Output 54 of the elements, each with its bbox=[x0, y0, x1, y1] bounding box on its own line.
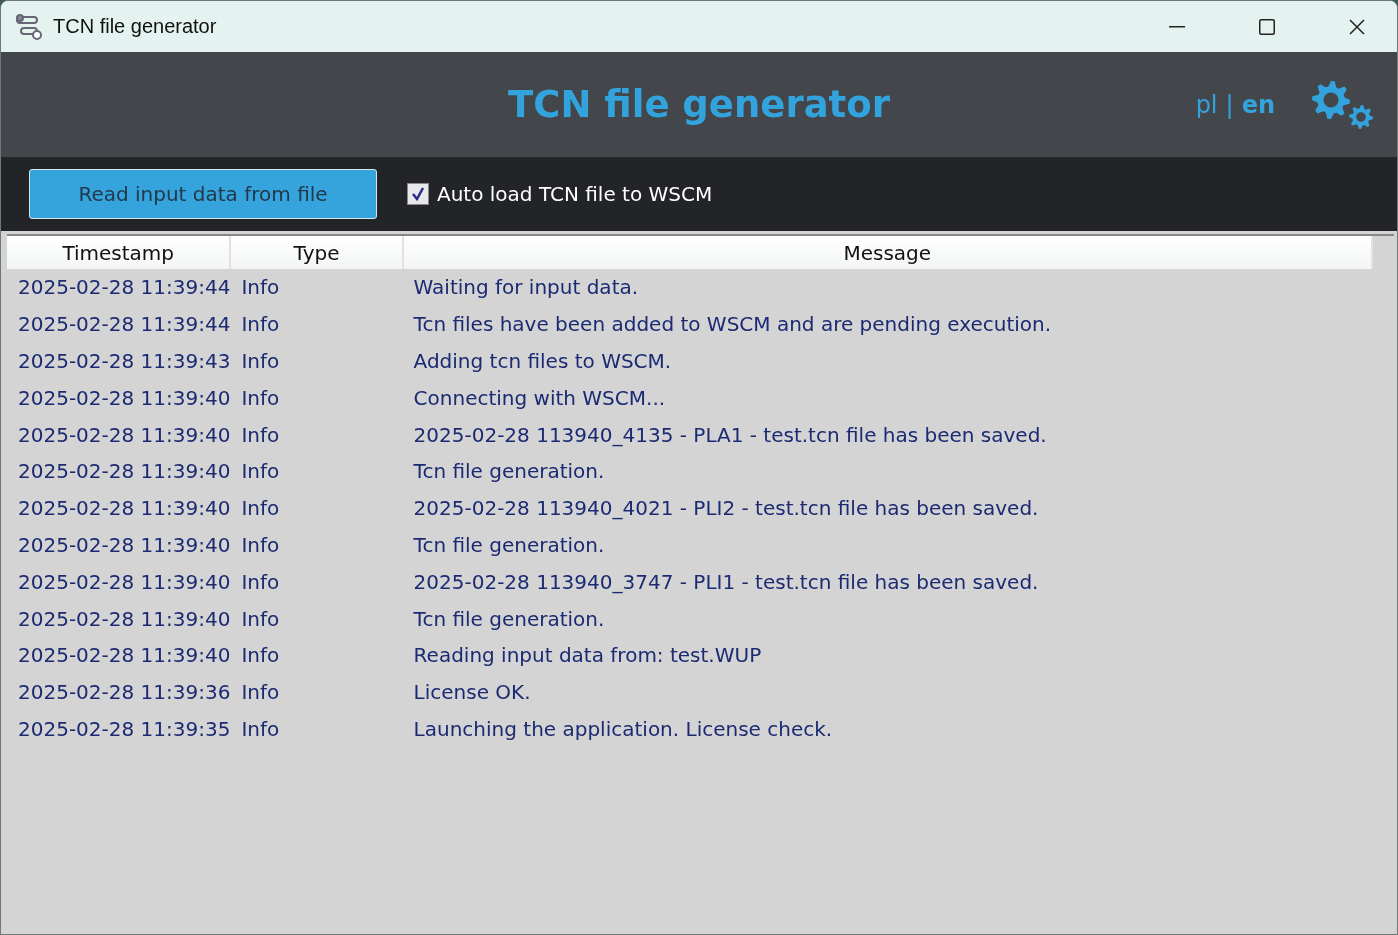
table-cell: Info bbox=[230, 636, 403, 674]
table-cell-text: 2025-02-28 11:39:40 bbox=[17, 458, 231, 486]
app-icon bbox=[15, 12, 43, 41]
window-title: TCN file generator bbox=[53, 15, 218, 38]
language-separator: | bbox=[1225, 90, 1234, 119]
table-cell: Waiting for input data. bbox=[402, 269, 1372, 306]
table-cell-text: 2025-02-28 11:39:40 bbox=[17, 421, 231, 449]
table-cell-text: Tcn file generation. bbox=[412, 605, 606, 633]
column-header[interactable]: Type bbox=[230, 236, 403, 269]
table-cell: Info bbox=[230, 526, 403, 564]
minimize-icon bbox=[1169, 25, 1185, 28]
table-cell-text: 2025-02-28 11:39:36 bbox=[17, 679, 231, 707]
table-cell-text: Connecting with WSCM... bbox=[412, 384, 667, 412]
table-cell: Info bbox=[230, 673, 403, 711]
table-cell-text: 2025-02-28 11:39:40 bbox=[17, 531, 231, 559]
table-cell-text: 2025-02-28 11:39:40 bbox=[17, 568, 231, 596]
table-cell-text: 2025-02-28 11:39:35 bbox=[17, 715, 231, 743]
table-cell: Info bbox=[230, 305, 403, 343]
table-cell-text: 2025-02-28 113940_3747 - PLI1 - test.tcn file has been saved. bbox=[412, 568, 1040, 596]
close-icon bbox=[1349, 18, 1365, 35]
table-cell-text: Info bbox=[240, 715, 281, 743]
table-cell-text: Reading input data from: test.WUP bbox=[412, 642, 763, 670]
checkbox[interactable] bbox=[407, 183, 429, 205]
table-cell-text: 2025-02-28 11:39:40 bbox=[17, 495, 231, 523]
table-cell-text: Tcn file generation. bbox=[412, 531, 606, 559]
table-cell-text: License OK. bbox=[412, 679, 532, 707]
table-cell-text: 2025-02-28 11:39:40 bbox=[17, 605, 231, 633]
maximize-icon bbox=[1259, 18, 1275, 35]
table-cell: Info bbox=[230, 453, 403, 490]
table-cell-text: Info bbox=[240, 348, 281, 375]
table-cell-text: 2025-02-28 113940_4021 - PLI2 - test.tcn file has been saved. bbox=[412, 495, 1040, 523]
table-cell-text: Tcn file generation. bbox=[412, 458, 606, 486]
table-cell-text: 2025-02-28 11:39:40 bbox=[17, 384, 231, 412]
table-cell-text: 2025-02-28 11:39:43 bbox=[17, 348, 231, 375]
table-cell: Info bbox=[230, 416, 403, 453]
check-icon bbox=[410, 186, 426, 202]
table-cell: Info bbox=[230, 489, 403, 527]
checkbox-label: Auto load TCN file to WSCM bbox=[437, 182, 713, 206]
table-cell: Info bbox=[230, 379, 403, 417]
settings-icon[interactable] bbox=[1309, 79, 1375, 130]
table-cell: Info bbox=[230, 563, 403, 601]
table-cell-text: Tcn files have been added to WSCM and are pending execution. bbox=[412, 311, 1053, 339]
read-file-button[interactable]: Read input data from file bbox=[29, 169, 377, 219]
app-title: TCN file generator bbox=[508, 83, 890, 126]
table-cell-text: 2025-02-28 11:39:40 bbox=[17, 642, 231, 670]
column-header[interactable]: Message bbox=[402, 236, 1372, 269]
table-cell-text: 2025-02-28 113940_4135 - PLA1 - test.tcn file has been saved. bbox=[412, 421, 1048, 449]
table-cell-text: Launching the application. License check. bbox=[412, 715, 834, 743]
table-cell-text: Adding tcn files to WSCM. bbox=[412, 348, 673, 375]
table-cell: Info bbox=[230, 600, 403, 637]
table-cell: 2025-02-28 11:39:44 bbox=[7, 269, 231, 306]
column-header[interactable]: Timestamp bbox=[7, 236, 231, 269]
table-cell: Info bbox=[230, 269, 403, 306]
table-cell-text: 2025-02-28 11:39:44 bbox=[17, 311, 231, 339]
